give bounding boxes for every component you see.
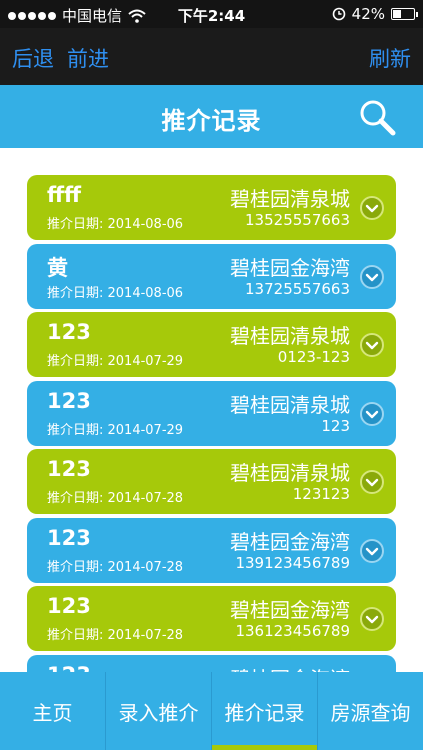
record-phone: 123123 — [292, 485, 350, 503]
record-date: 推介日期: 2014-08-06 — [47, 217, 184, 232]
chevron-down-icon[interactable] — [360, 607, 384, 631]
record-item[interactable]: 123 推介日期: 2014-07-28 碧桂园清泉城 123123 — [27, 449, 396, 514]
record-date: 推介日期: 2014-07-29 — [47, 422, 184, 438]
tab-label: 房源查询 — [330, 700, 411, 725]
record-date: 推介日期: 2014-07-28 — [47, 491, 184, 506]
tab-bar: 主页 录入推介 推介记录 房源查询 — [0, 672, 423, 750]
record-project: 碧桂园清泉城 — [230, 461, 350, 485]
record-phone: 139123456789 — [235, 553, 350, 572]
forward-button[interactable]: 前进 — [67, 43, 109, 73]
record-phone: 123 — [321, 416, 350, 435]
tab-3[interactable]: 房源查询 — [318, 672, 423, 750]
tab-label: 录入推介 — [118, 700, 199, 725]
record-item[interactable]: 黄推介日期: 2014-08-06 碧桂园金海湾 13725557663 — [27, 243, 396, 309]
record-item[interactable]: 123 推介日期: 2014-07-29 碧桂园清泉城 0123-123 — [27, 312, 396, 377]
record-name: 123 — [47, 525, 91, 550]
chevron-down-icon[interactable] — [360, 470, 384, 494]
record-date: 推介日期: 2014-08-06 — [47, 285, 184, 301]
chevron-down-icon[interactable] — [360, 264, 384, 289]
record-project: 碧桂园清泉城 — [230, 392, 350, 417]
alarm-clock-icon — [332, 7, 345, 21]
tab-0[interactable]: 主页 — [0, 672, 106, 750]
chevron-down-icon[interactable] — [360, 333, 384, 357]
record-phone: 13725557663 — [245, 279, 350, 298]
status-right: 42% — [332, 5, 418, 23]
record-date: 推介日期: 2014-07-28 — [47, 559, 184, 575]
refresh-button[interactable]: 刷新 — [369, 43, 411, 73]
chevron-down-icon[interactable] — [360, 196, 384, 220]
record-item[interactable]: 123 推介日期: 2014-07-29 碧桂园清泉城 123 — [27, 380, 396, 446]
record-item[interactable]: 123 碧桂园金海湾 — [27, 654, 396, 673]
record-project: 碧桂园金海湾 — [230, 255, 350, 280]
browser-toolbar: 后退 前进 刷新 — [0, 28, 423, 85]
record-name: 123 — [47, 320, 91, 344]
record-name: 123 — [47, 594, 91, 618]
record-project: 碧桂园金海湾 — [230, 598, 350, 622]
battery-icon — [391, 8, 418, 20]
search-icon[interactable] — [357, 97, 397, 137]
record-date: 推介日期: 2014-07-28 — [47, 628, 184, 643]
record-name: 123 — [47, 457, 91, 481]
record-project: 碧桂园清泉城 — [230, 187, 350, 211]
tab-2[interactable]: 推介记录 — [212, 672, 318, 750]
record-name: 123 — [47, 388, 91, 413]
record-item[interactable]: ffff 推介日期: 2014-08-06 碧桂园清泉城 13525557663 — [27, 175, 396, 240]
record-project: 碧桂园金海湾 — [230, 663, 350, 673]
record-name: 123 — [47, 663, 91, 673]
record-phone: 0123-123 — [277, 348, 350, 366]
record-phone: 13525557663 — [245, 211, 350, 229]
record-project: 碧桂园金海湾 — [230, 529, 350, 554]
record-project: 碧桂园清泉城 — [230, 324, 350, 348]
record-name: ffff — [47, 183, 82, 207]
back-button[interactable]: 后退 — [12, 43, 54, 73]
tab-1[interactable]: 录入推介 — [106, 672, 212, 750]
tab-label: 推介记录 — [224, 700, 305, 725]
record-item[interactable]: 123 推介日期: 2014-07-28 碧桂园金海湾 139123456789 — [27, 517, 396, 583]
record-list: ffff 推介日期: 2014-08-06 碧桂园清泉城 13525557663 黄推介… — [0, 148, 423, 672]
record-name: 黄 — [47, 255, 68, 280]
status-bar: 中国电信 下午2:44 42% — [0, 0, 423, 28]
record-phone: 136123456789 — [235, 622, 350, 640]
record-item[interactable]: 123 推介日期: 2014-07-28 碧桂园金海湾 136123456789 — [27, 586, 396, 651]
page-header: 推介记录 — [0, 85, 423, 148]
tab-label: 主页 — [32, 700, 73, 725]
record-date: 推介日期: 2014-07-29 — [47, 354, 184, 369]
battery-percent: 42% — [351, 5, 385, 23]
chevron-down-icon[interactable] — [360, 538, 384, 563]
chevron-down-icon[interactable] — [360, 401, 384, 426]
